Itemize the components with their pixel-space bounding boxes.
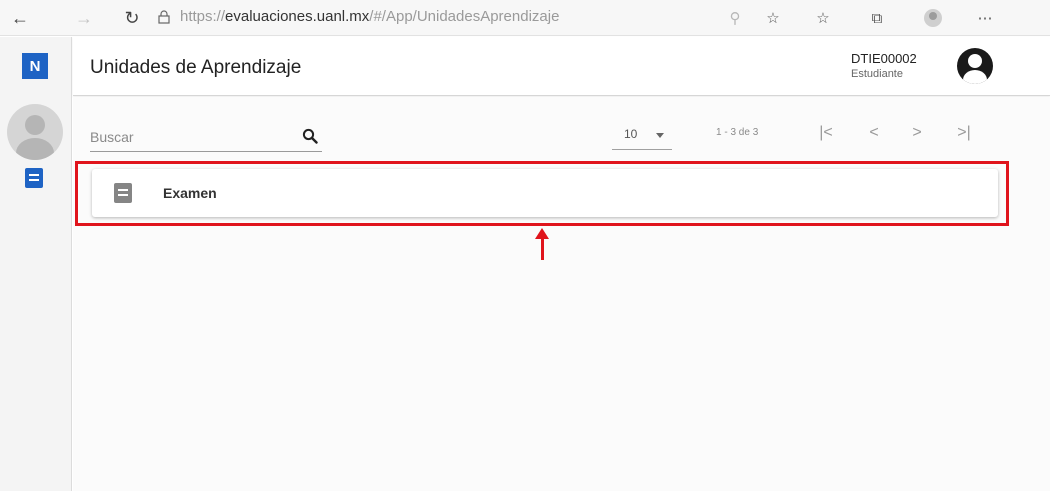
chevron-down-icon [656,133,664,138]
url-path: /#/App/UnidadesAprendizaje [369,8,560,25]
back-arrow-icon[interactable]: ← [8,6,32,30]
next-page-button[interactable]: > [904,121,930,145]
annotation-arrow [541,236,544,260]
favorites-list-icon[interactable]: ☆ [812,7,834,29]
list-item-label: Examen [163,185,217,201]
user-code: DTIE00002 [851,51,917,66]
url-host: evaluaciones.uanl.mx [225,8,370,25]
search-icon[interactable] [302,128,318,144]
last-page-button[interactable]: >| [951,121,977,145]
app-header: Unidades de Aprendizaje DTIE00002 Estudi… [73,37,1050,96]
content-area [73,97,1050,491]
book-icon [114,183,132,203]
browser-toolbar: ← → ↻ https://evaluaciones.uanl.mx/#/App… [0,0,1050,36]
list-item[interactable]: Examen [92,169,998,217]
search-field [90,122,322,152]
user-role: Estudiante [851,68,903,80]
collections-icon[interactable]: ⧉ [866,7,888,29]
search-input[interactable] [90,126,290,148]
page-title: Unidades de Aprendizaje [90,57,302,78]
account-avatar-icon[interactable] [957,48,993,84]
per-page-select[interactable]: 10 [612,122,672,150]
book-icon[interactable] [25,168,43,188]
forward-arrow-icon[interactable]: → [72,6,96,30]
per-page-value: 10 [624,127,638,141]
url-prefix: https:// [180,8,226,25]
reload-icon[interactable]: ↻ [120,6,144,30]
favorite-star-icon[interactable]: ☆ [762,7,784,29]
profile-icon[interactable] [924,9,942,27]
address-bar[interactable]: https://evaluaciones.uanl.mx/#/App/Unida… [180,8,559,25]
more-icon[interactable]: ⋯ [974,7,996,29]
side-rail: N [0,37,72,491]
app-logo[interactable]: N [22,53,48,79]
prev-page-button[interactable]: < [861,121,887,145]
first-page-button[interactable]: |< [813,121,839,145]
user-avatar-icon[interactable] [7,104,63,160]
pagination-range: 1 - 3 de 3 [716,127,759,138]
lock-icon [158,10,170,24]
key-icon[interactable]: ⚲ [724,7,746,29]
